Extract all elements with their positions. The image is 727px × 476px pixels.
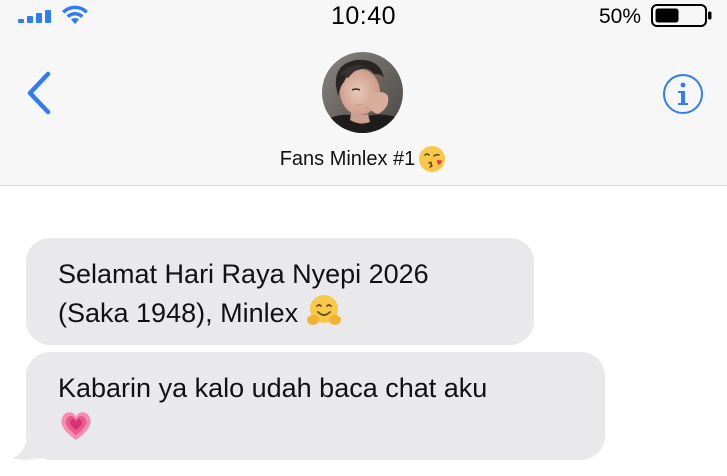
message-bubble[interactable]: Selamat Hari Raya Nyepi 2026 (Saka 1948)… xyxy=(26,238,534,345)
info-icon[interactable] xyxy=(661,72,705,116)
message-text: Kabarin ya kalo udah baca chat aku xyxy=(58,373,488,403)
hugging-face-icon xyxy=(306,295,341,325)
bubble-tail xyxy=(12,436,50,460)
growing-heart-icon xyxy=(61,412,91,440)
contact-avatar[interactable] xyxy=(322,52,403,133)
face-blowing-kiss-icon xyxy=(419,146,446,172)
avatar-photo xyxy=(322,52,403,133)
messages-screen: 10:40 50% Fans Minlex #1 Selamat Hari Ra… xyxy=(0,0,727,476)
status-bar: 10:40 50% xyxy=(0,0,727,34)
contact-name-text: Fans Minlex #1 xyxy=(279,147,416,170)
contact-name[interactable]: Fans Minlex #1 xyxy=(0,144,727,174)
back-chevron-icon[interactable] xyxy=(24,68,56,118)
battery-percentage: 50% xyxy=(598,5,641,28)
conversation-header: 10:40 50% Fans Minlex #1 xyxy=(0,0,727,186)
message-text: Selamat Hari Raya Nyepi 2026 (Saka 1948)… xyxy=(58,259,429,328)
message-bubble[interactable]: Kabarin ya kalo udah baca chat aku xyxy=(26,352,605,460)
battery-icon xyxy=(651,4,712,27)
